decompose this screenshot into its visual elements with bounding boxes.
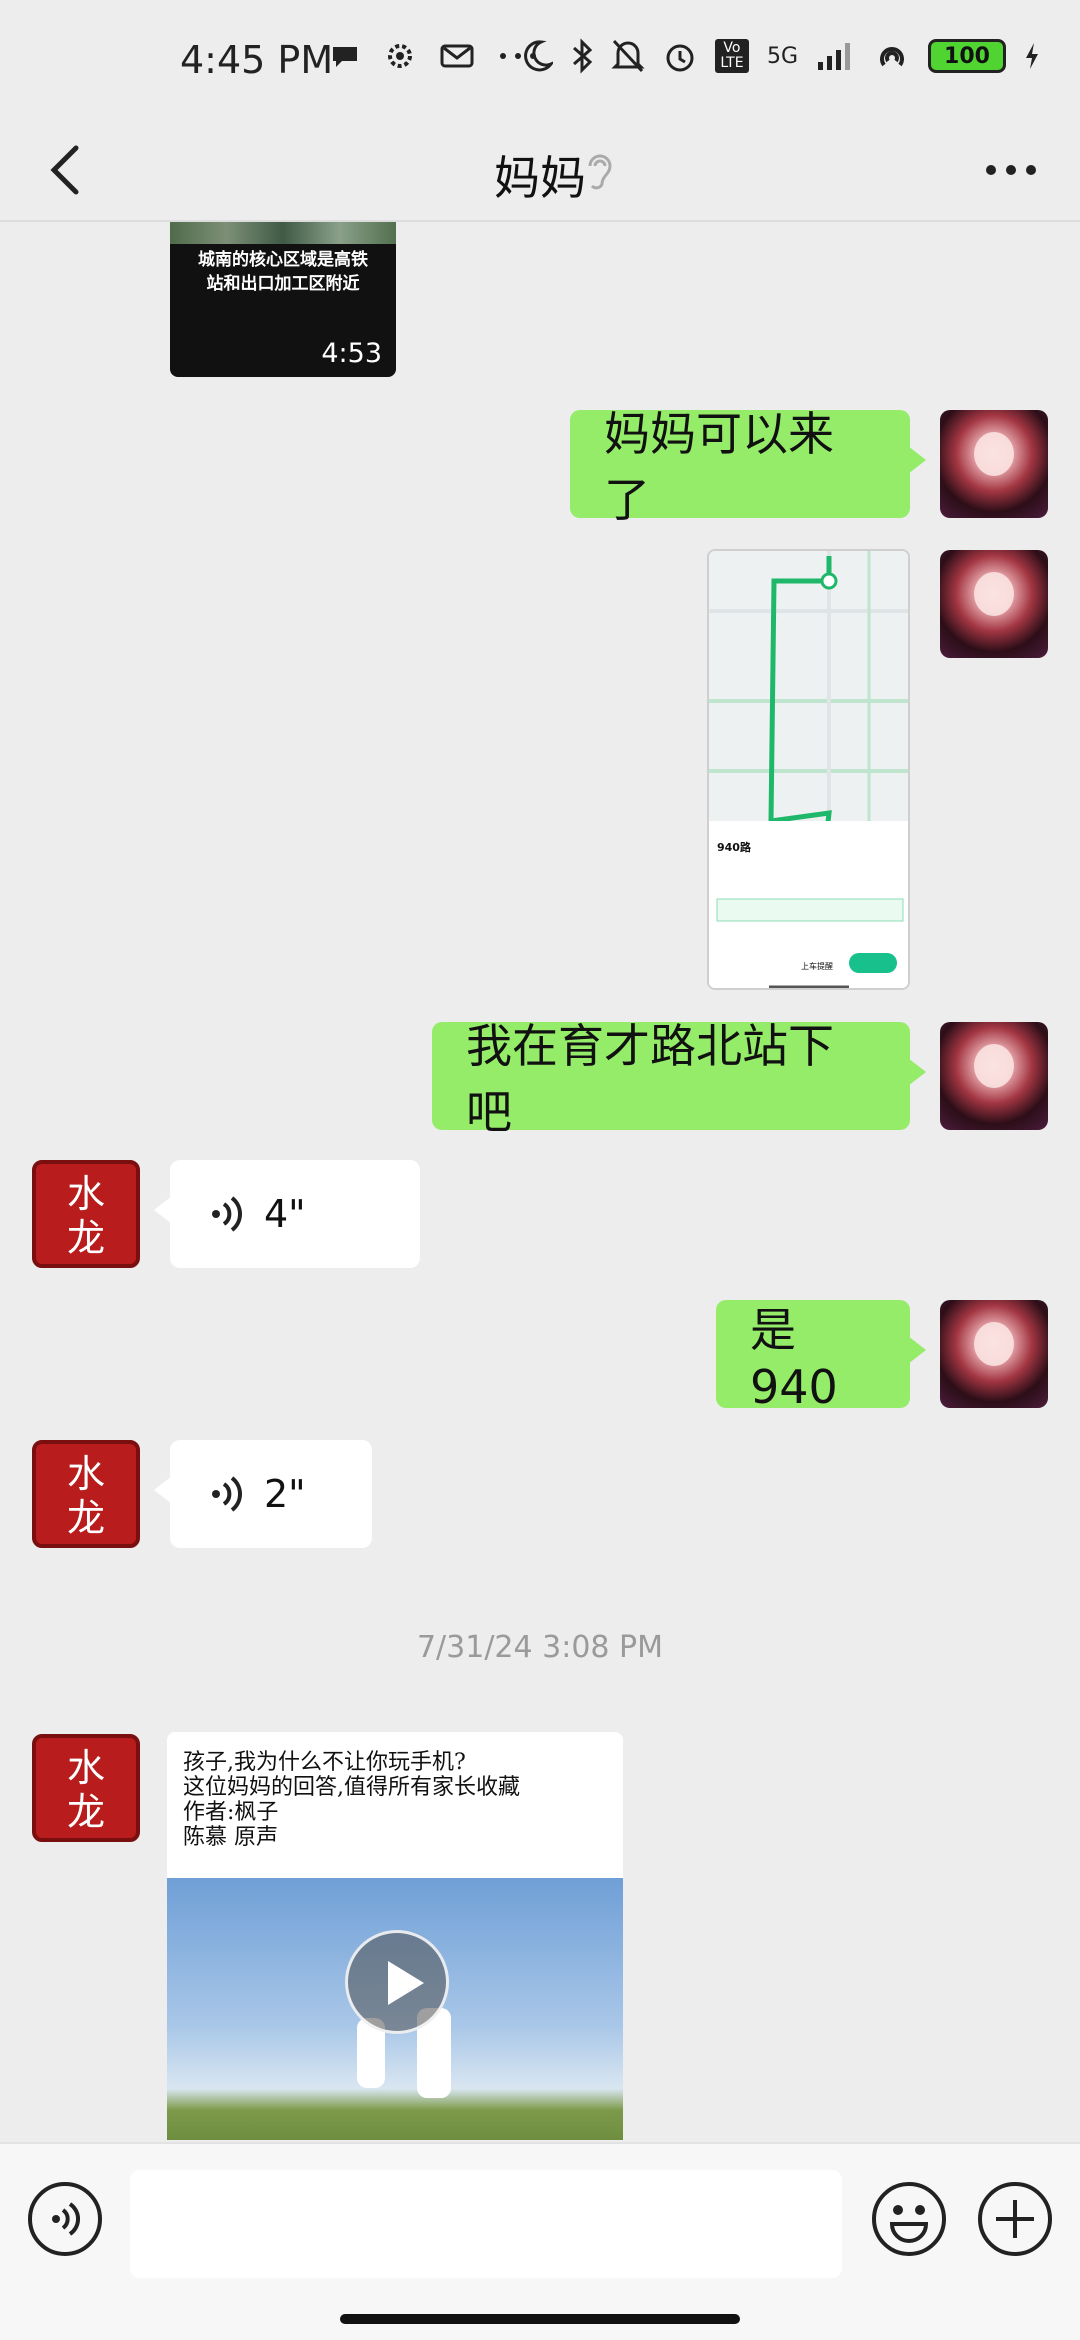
gear-icon (388, 44, 412, 68)
chat-bubble-icon (333, 47, 357, 67)
bluetooth-icon (572, 38, 593, 74)
outgoing-message[interactable]: 是 940 (716, 1300, 926, 1414)
network-type: 5G (766, 43, 798, 69)
play-icon[interactable] (345, 1930, 449, 2034)
contact-avatar[interactable]: 水 龙 晶 宝 (32, 1440, 140, 1548)
status-time: 4:45 PM (180, 38, 334, 82)
my-avatar[interactable] (940, 1300, 1048, 1408)
charging-icon (1026, 43, 1038, 69)
video-frame-strip (170, 222, 396, 244)
more-options-button[interactable] (976, 142, 1046, 198)
message-timestamp: 7/31/24 3:08 PM (416, 1630, 664, 1665)
hotspot-icon (880, 47, 904, 67)
earpiece-mode-icon (588, 154, 612, 190)
contact-avatar[interactable]: 水 龙 晶 宝 (32, 1160, 140, 1268)
chat-title: 妈妈 (494, 151, 586, 205)
video-message[interactable]: 城南的核心区域是高铁 站和出口加工区附近 4:53 (170, 222, 396, 377)
my-avatar[interactable] (940, 1022, 1048, 1130)
outgoing-message[interactable]: 我在育才路北站下吧 (432, 1019, 926, 1139)
moon-icon (524, 40, 553, 72)
signal-icon (818, 43, 850, 70)
mute-bell-icon (611, 39, 645, 73)
video-duration: 4:53 (321, 338, 382, 369)
volte-badge: Vo LTE (714, 39, 749, 73)
shared-video-card[interactable]: 孩子,我为什么不让你玩手机? 这位妈妈的回答,值得所有家长收藏 作者:枫子 陈慕… (167, 1732, 623, 2140)
map-route-graphic: 940路 上车提醒 (709, 551, 908, 988)
voice-duration: 2" (264, 1472, 306, 1516)
alarm-icon (666, 44, 694, 72)
card-title: 孩子,我为什么不让你玩手机? 这位妈妈的回答,值得所有家长收藏 作者:枫子 陈慕… (183, 1750, 520, 1850)
voice-wave-icon (52, 2202, 80, 2236)
message-input-bar (0, 2142, 1080, 2340)
plus-icon (996, 2200, 1034, 2238)
voice-wave-icon (212, 1196, 242, 1232)
message-input[interactable] (130, 2170, 842, 2278)
voice-input-button[interactable] (28, 2182, 102, 2256)
my-avatar[interactable] (940, 550, 1048, 658)
video-caption: 城南的核心区域是高铁 站和出口加工区附近 (198, 250, 368, 294)
card-thumbnail (167, 1878, 623, 2140)
my-avatar[interactable] (940, 410, 1048, 518)
emoji-button[interactable] (872, 2182, 946, 2256)
route-name: 940路 (717, 840, 752, 854)
home-indicator[interactable] (340, 2314, 740, 2324)
voice-wave-icon (212, 1476, 242, 1512)
boarding-reminder-label: 上车提醒 (801, 961, 833, 971)
voice-message[interactable]: 2" (154, 1440, 372, 1548)
status-bar: 4:45 PM Vo LTE 5G 100 (0, 0, 1080, 120)
system-icons: Vo LTE 5G 100 (521, 38, 1040, 74)
chat-header: 妈妈 (0, 120, 1080, 220)
map-screenshot-image[interactable]: 940路 上车提醒 (707, 549, 910, 990)
contact-avatar[interactable]: 水 龙 晶 宝 (32, 1734, 140, 1842)
voice-message[interactable]: 4" (154, 1160, 420, 1268)
smiley-icon (889, 2205, 929, 2243)
voice-duration: 4" (264, 1192, 306, 1236)
outgoing-message[interactable]: 妈妈可以来了 (570, 407, 926, 527)
mail-icon (440, 44, 474, 68)
notification-icons (330, 40, 538, 72)
battery-icon: 100 (928, 39, 1006, 73)
battery-level: 100 (944, 43, 990, 69)
more-actions-button[interactable] (978, 2182, 1052, 2256)
chat-message-list[interactable]: 城南的核心区域是高铁 站和出口加工区附近 4:53 妈妈可以来了 940路 上车… (0, 222, 1080, 2140)
